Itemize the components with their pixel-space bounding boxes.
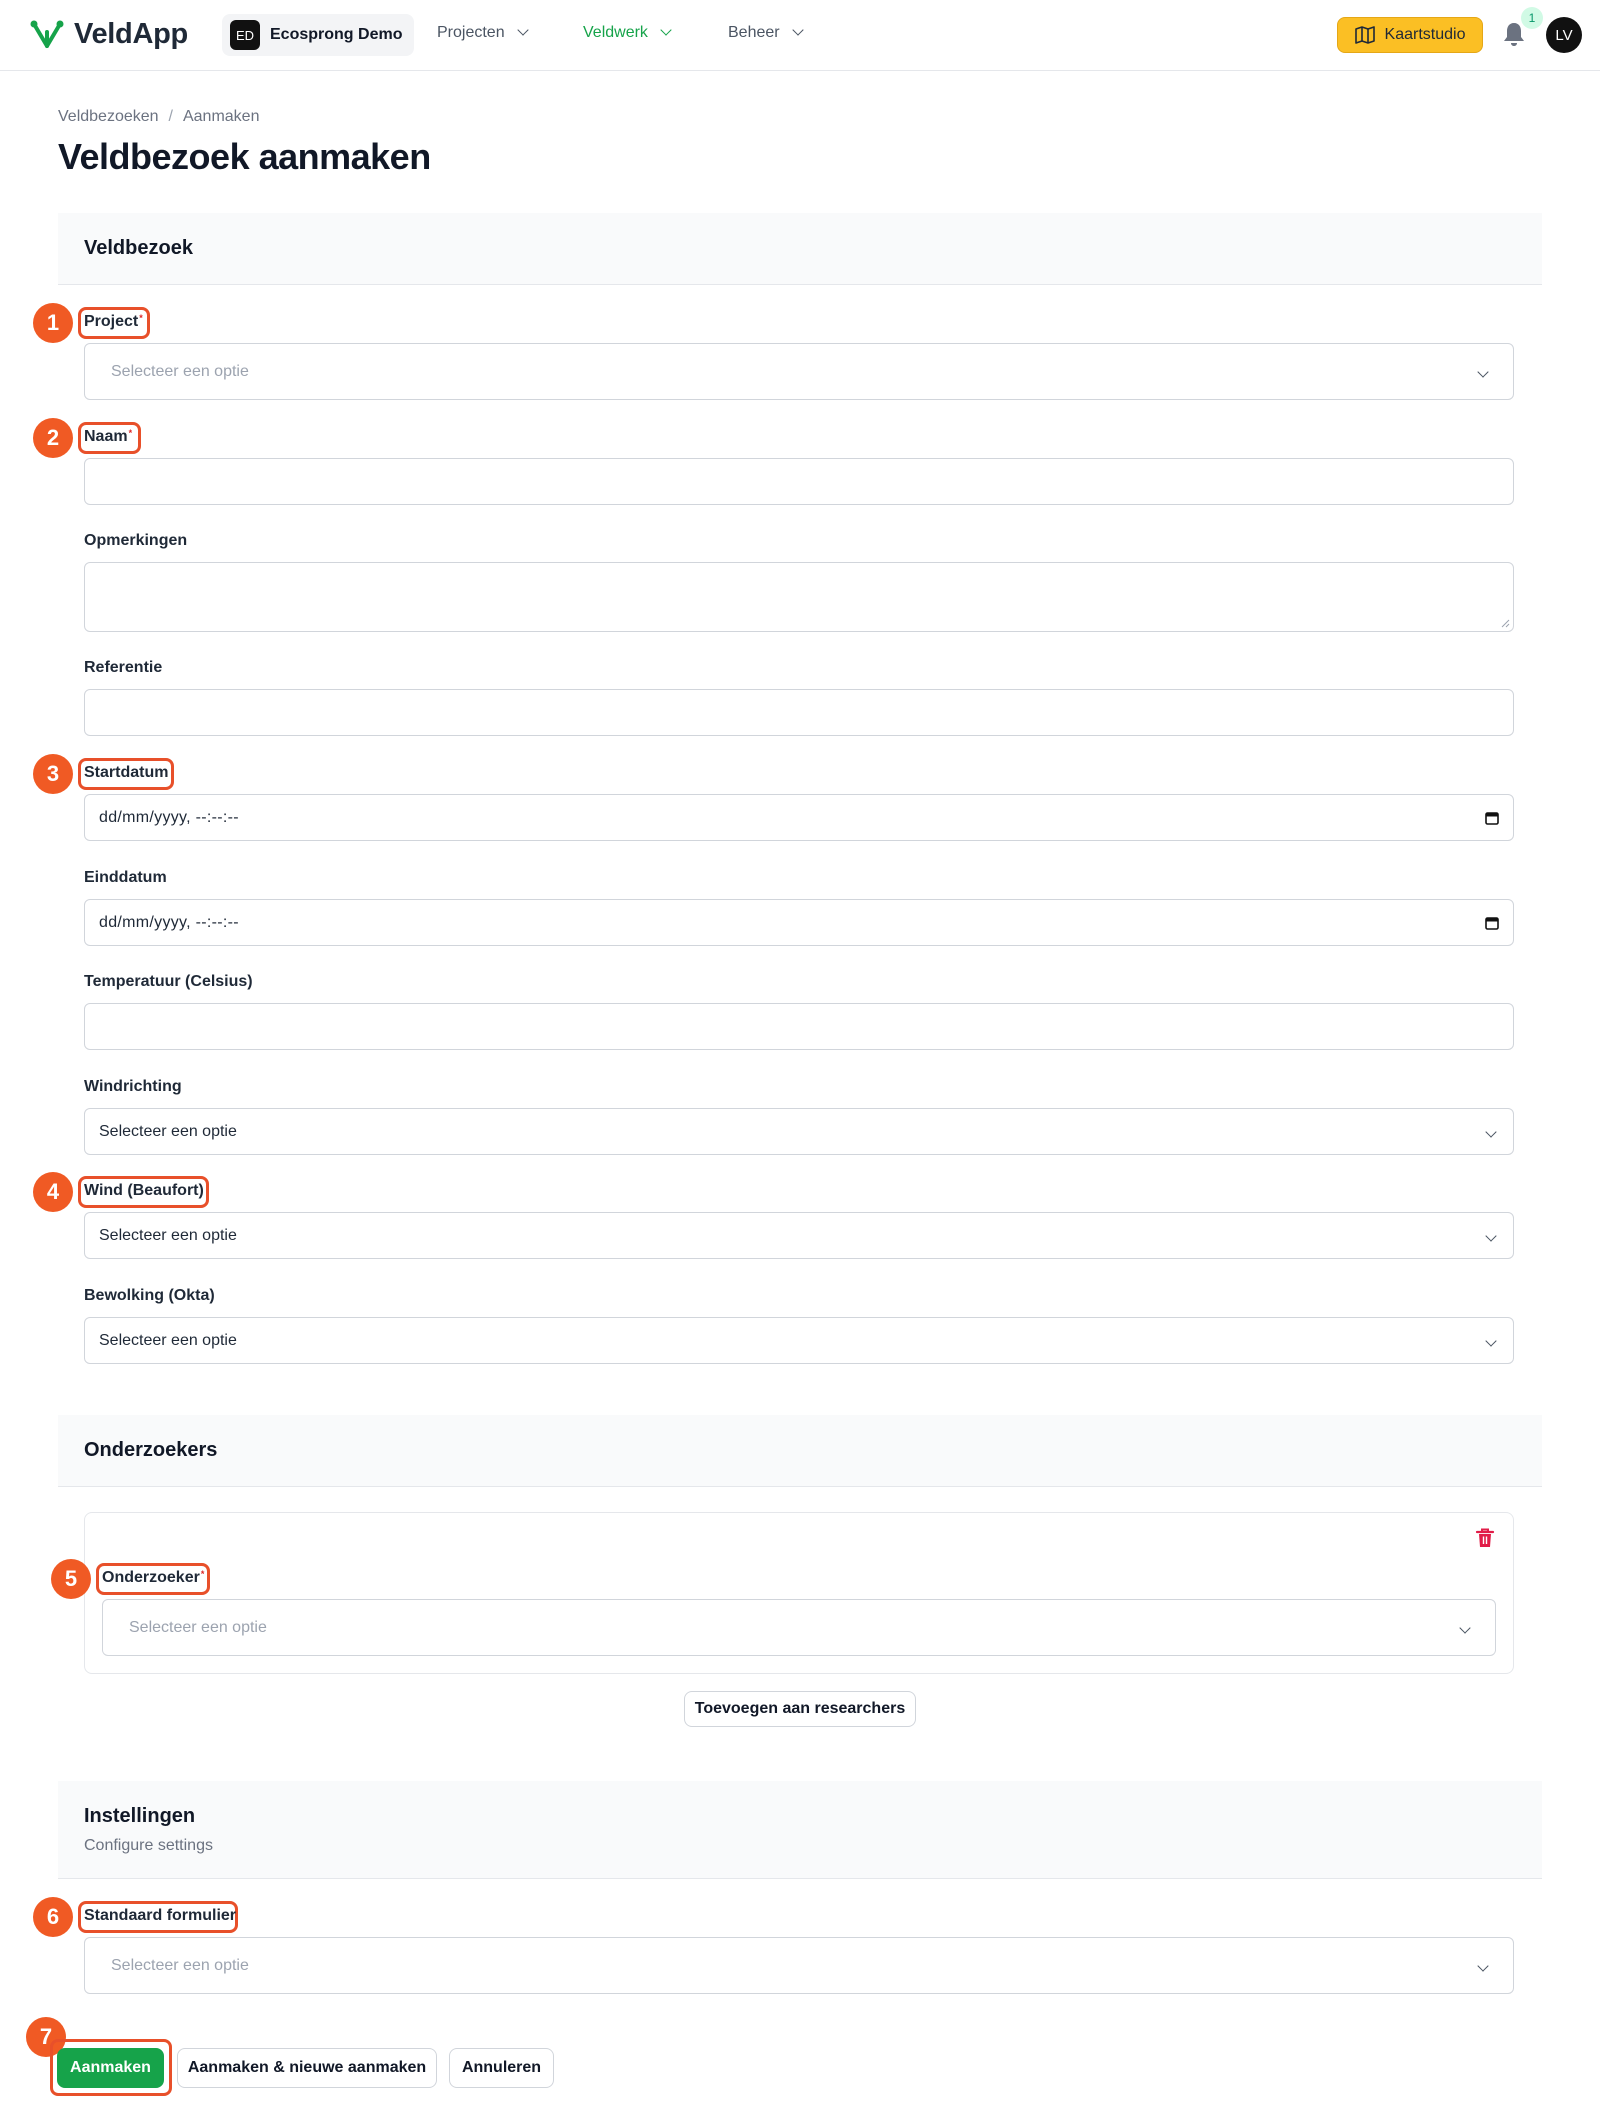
calendar-icon[interactable] — [1485, 811, 1499, 825]
windrichting-select[interactable]: Selecteer een optie — [84, 1108, 1514, 1155]
tenant-name: Ecosprong Demo — [270, 26, 403, 43]
onderzoeker-label: Onderzoeker* — [102, 1569, 204, 1587]
breadcrumb: Veldbezoeken / Aanmaken — [58, 108, 259, 126]
chevron-down-icon — [660, 24, 672, 36]
add-researcher-button[interactable]: Toevoegen aan researchers — [684, 1691, 916, 1727]
section-instellingen-header: Instellingen Configure settings — [58, 1781, 1542, 1879]
required-marker: * — [200, 1569, 205, 1579]
referentie-label: Referentie — [84, 659, 163, 676]
section-title: Instellingen — [84, 1805, 196, 1827]
nav-veldwerk[interactable]: Veldwerk — [583, 24, 672, 42]
onderzoeker-label-text: Onderzoeker — [102, 1569, 200, 1586]
project-select-placeholder: Selecteer een optie — [111, 362, 249, 380]
temperatuur-label: Temperatuur (Celsius) — [84, 973, 253, 990]
standaard-formulier-label: Standaard formulier — [84, 1907, 237, 1924]
wind-label: Wind (Beaufort) — [84, 1182, 204, 1199]
chevron-down-icon — [1459, 1619, 1471, 1637]
opmerkingen-textarea[interactable] — [84, 562, 1514, 632]
trash-icon[interactable] — [1475, 1527, 1495, 1549]
chevron-down-icon — [516, 24, 529, 36]
startdatum-value: dd/mm/yyyy, --:--:-- — [99, 808, 239, 826]
chevron-down-icon — [1485, 1123, 1497, 1141]
einddatum-label: Einddatum — [84, 869, 167, 886]
section-subtitle: Configure settings — [84, 1837, 213, 1854]
project-select[interactable]: Selecteer een optie — [84, 343, 1514, 400]
chevron-down-icon — [791, 24, 804, 36]
einddatum-input[interactable]: dd/mm/yyyy, --:--:-- — [84, 899, 1514, 946]
app-name: VeldApp — [74, 18, 188, 50]
bewolking-label: Bewolking (Okta) — [84, 1287, 215, 1304]
annotation-marker-3: 3 — [33, 754, 73, 794]
windrichting-label: Windrichting — [84, 1078, 182, 1095]
naam-label: Naam* — [84, 428, 132, 446]
annotation-marker-2: 2 — [33, 418, 73, 458]
bewolking-select[interactable]: Selecteer een optie — [84, 1317, 1514, 1364]
page-title: Veldbezoek aanmaken — [58, 136, 431, 177]
breadcrumb-veldbezoeken[interactable]: Veldbezoeken — [58, 108, 159, 126]
nav-projecten[interactable]: Projecten — [437, 24, 529, 42]
windrichting-select-value: Selecteer een optie — [99, 1122, 237, 1140]
top-navigation-bar: VeldApp ED Ecosprong Demo Projecten Veld… — [0, 0, 1600, 71]
opmerkingen-label: Opmerkingen — [84, 532, 188, 549]
project-label-text: Project — [84, 313, 139, 330]
tenant-badge: ED — [230, 20, 260, 50]
section-veldbezoek-header: Veldbezoek — [58, 213, 1542, 285]
startdatum-input[interactable]: dd/mm/yyyy, --:--:-- — [84, 794, 1514, 841]
wind-select[interactable]: Selecteer een optie — [84, 1212, 1514, 1259]
app-logo[interactable]: VeldApp — [30, 18, 188, 51]
cancel-button[interactable]: Annuleren — [449, 2048, 554, 2088]
annotation-marker-6: 6 — [33, 1897, 73, 1937]
annotation-marker-4: 4 — [33, 1172, 73, 1212]
breadcrumb-aanmaken: Aanmaken — [182, 108, 260, 125]
naam-input[interactable] — [84, 458, 1514, 505]
annotation-marker-5: 5 — [51, 1559, 91, 1599]
required-marker: * — [128, 428, 133, 438]
map-icon — [1354, 26, 1375, 44]
kaartstudio-button[interactable]: Kaartstudio — [1337, 17, 1483, 53]
bewolking-select-value: Selecteer een optie — [99, 1331, 237, 1349]
project-label: Project* — [84, 313, 143, 331]
onderzoeker-select-placeholder: Selecteer een optie — [129, 1618, 267, 1636]
naam-label-text: Naam — [84, 428, 128, 445]
nav-veldwerk-label: Veldwerk — [583, 24, 648, 41]
chevron-down-icon — [1477, 363, 1489, 381]
nav-projecten-label: Projecten — [437, 24, 505, 41]
chevron-down-icon — [1477, 1957, 1489, 1975]
standaard-formulier-placeholder: Selecteer een optie — [111, 1956, 249, 1974]
create-button[interactable]: Aanmaken — [57, 2048, 164, 2088]
startdatum-label: Startdatum — [84, 764, 169, 781]
nav-beheer-label: Beheer — [728, 24, 780, 41]
nav-beheer[interactable]: Beheer — [728, 24, 804, 42]
breadcrumb-separator: / — [168, 108, 173, 125]
section-title: Onderzoekers — [84, 1439, 218, 1461]
temperatuur-input[interactable] — [84, 1003, 1514, 1050]
section-title: Veldbezoek — [84, 237, 193, 259]
referentie-input[interactable] — [84, 689, 1514, 736]
required-marker: * — [139, 313, 143, 323]
einddatum-value: dd/mm/yyyy, --:--:-- — [99, 913, 239, 931]
resize-handle-icon[interactable] — [1500, 618, 1510, 628]
chevron-down-icon — [1485, 1332, 1497, 1350]
create-and-new-button[interactable]: Aanmaken & nieuwe aanmaken — [177, 2048, 437, 2088]
chevron-down-icon — [1485, 1227, 1497, 1245]
user-avatar[interactable]: LV — [1546, 17, 1582, 53]
tenant-switcher[interactable]: ED Ecosprong Demo — [222, 14, 415, 56]
wind-select-value: Selecteer een optie — [99, 1226, 237, 1244]
calendar-icon[interactable] — [1485, 916, 1499, 930]
notification-badge: 1 — [1521, 7, 1543, 29]
standaard-formulier-select[interactable]: Selecteer een optie — [84, 1937, 1514, 1994]
annotation-marker-1: 1 — [33, 303, 73, 343]
section-onderzoekers-header: Onderzoekers — [58, 1415, 1542, 1487]
kaartstudio-label: Kaartstudio — [1384, 26, 1466, 43]
logo-icon — [30, 20, 64, 48]
onderzoeker-select[interactable]: Selecteer een optie — [102, 1599, 1496, 1656]
